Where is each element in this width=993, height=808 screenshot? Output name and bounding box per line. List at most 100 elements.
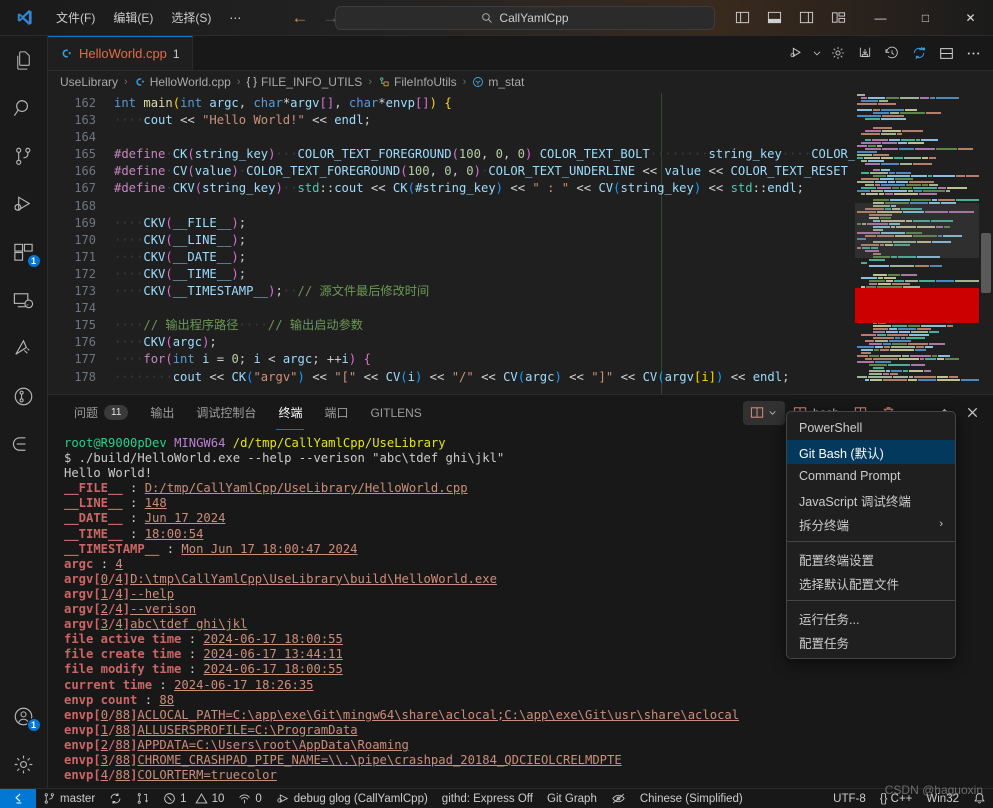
menu-selection[interactable]: 选择(S) [163,5,219,30]
code-line[interactable]: 164 [48,129,993,146]
panel-tab-2[interactable]: 调试控制台 [186,395,266,430]
sidebar-item-explorer[interactable] [0,36,48,84]
terminal-profile-dropdown[interactable]: PowerShell Git Bash (默认) Command Prompt Jav… [786,411,956,659]
code-line[interactable]: 167 #define·CKV(string_key)··std::cout <<… [48,180,993,197]
manage-settings-button[interactable] [0,740,48,788]
menu-file[interactable]: 文件(F) [48,5,103,30]
breadcrumb-item-m-stat[interactable]: m_stat [472,75,524,89]
status-branch[interactable]: master [36,789,102,808]
status-notifications-button[interactable] [966,789,993,808]
code-editor[interactable]: 162 int main(int argc, char*argv[], char*… [48,93,993,394]
panel-tab-4[interactable]: 端口 [314,395,358,430]
status-eye-closed-icon[interactable] [604,789,633,808]
code-line[interactable]: 162 int main(int argc, char*argv[], char*… [48,95,993,112]
minimap-viewport-slider[interactable] [855,203,979,258]
code-line[interactable]: 165 #define·CK(string_key)···COLOR_TEXT_F… [48,146,993,163]
more-actions-icon[interactable] [961,41,985,65]
breadcrumb-item-helloworld-cpp[interactable]: HelloWorld.cpp [134,75,231,89]
window-close-button[interactable]: ✕ [948,0,993,36]
navigation-controls[interactable]: ← → [291,9,339,26]
go-back-icon[interactable]: ← [291,9,308,26]
sidebar-item-remote-explorer[interactable]: >_ [0,276,48,324]
editor-tab-helloworld-cpp[interactable]: HelloWorld.cpp 1 [48,36,193,70]
dropdown-item-0[interactable]: PowerShell [787,416,955,440]
code-line[interactable]: 176 ····CKV(argc); [48,334,993,351]
dropdown-item-7[interactable]: 选择默认配置文件 [787,571,955,595]
save-all-icon[interactable] [853,41,877,65]
sidebar-item-source-control[interactable] [0,132,48,180]
editor-scrollbar[interactable] [979,93,993,394]
dropdown-item-6[interactable]: 配置终端设置 [787,547,955,571]
breadcrumb-item-fileinfoutils[interactable]: FileInfoUtils [378,75,457,89]
minimap-token [915,348,926,351]
status-ports[interactable]: 0 [231,789,268,808]
dropdown-item-9[interactable]: 运行任务... [787,606,955,630]
code-line[interactable]: 177 ····for(int i = 0; i < argc; ++i) { [48,351,993,368]
code-line[interactable]: 173 ····CKV(__TIMESTAMP__);··// 源文件最后修改时间 [48,283,993,300]
panel-tab-3[interactable]: 终端 [268,395,312,430]
code-line[interactable]: 175 ····// 输出程序路径····// 输出启动参数 [48,317,993,334]
sidebar-item-search[interactable] [0,84,48,132]
minimap[interactable] [855,93,979,394]
window-maximize-button[interactable]: □ [903,0,948,36]
panel-tab-list[interactable]: 问题 11 输出 调试控制台 终端 端口 GITLENS [64,395,432,430]
launch-profile-button[interactable] [742,400,785,425]
code-line[interactable]: 168 [48,198,993,215]
status-problems[interactable]: 1 10 [156,789,231,808]
remote-indicator-button[interactable] [0,788,36,808]
history-icon[interactable] [880,41,904,65]
accounts-button[interactable]: 1 [0,692,48,740]
code-line[interactable]: 178 ········cout << CK("argv") << "[" << … [48,369,993,386]
status-githd[interactable]: githd: Express Off [435,789,540,808]
customize-layout-icon[interactable] [824,4,852,32]
panel-tab-1[interactable]: 输出 [140,395,184,430]
status-debug-launch[interactable]: debug glog (CallYamlCpp) [269,789,435,808]
status-language-mode[interactable]: {} C++ [873,789,920,808]
code-line[interactable]: 163 ····cout << "Hello World!" << endl; [48,112,993,129]
sidebar-item-test-explorer[interactable] [0,324,48,372]
close-panel-button[interactable] [959,401,985,425]
code-line[interactable]: 172 ····CKV(__TIME__); [48,266,993,283]
dropdown-item-3[interactable]: JavaScript 调试终端 [787,488,955,512]
gear-icon[interactable] [826,41,850,65]
sidebar-item-extensions[interactable]: 1 [0,228,48,276]
status-git-compare-icon[interactable] [129,789,156,808]
status-git-graph[interactable]: Git Graph [540,789,604,808]
dropdown-item-1[interactable]: Git Bash (默认) [787,440,955,464]
breadcrumb-item-file-info-utils[interactable]: { } FILE_INFO_UTILS [247,75,363,89]
menu-bar[interactable]: 文件(F) 编辑(E) 选择(S) ⋯ [48,5,249,30]
status-configuration[interactable]: Win32 [919,789,966,808]
code-line[interactable]: 166 #define·CV(value)·COLOR_TEXT_FOREGROU… [48,163,993,180]
code-line[interactable]: 170 ····CKV(__LINE__); [48,232,993,249]
toggle-primary-sidebar-icon[interactable] [728,4,756,32]
breadcrumb[interactable]: UseLibrary › HelloWorld.cpp › { } FILE_I… [48,71,993,93]
menu-edit[interactable]: 编辑(E) [105,5,161,30]
panel-tab-0[interactable]: 问题 11 [64,395,138,430]
window-minimize-button[interactable]: — [858,0,903,36]
refresh-env-icon[interactable] [907,41,931,65]
scrollbar-thumb[interactable] [981,233,991,293]
split-editor-icon[interactable] [934,41,958,65]
code-line[interactable]: 171 ····CKV(__DATE__); [48,249,993,266]
layout-controls[interactable] [728,4,858,32]
toggle-panel-icon[interactable] [760,4,788,32]
sidebar-item-todo-tree[interactable] [0,420,48,468]
dropdown-item-10[interactable]: 配置任务 [787,630,955,654]
run-debug-icon[interactable] [784,41,808,65]
panel-tab-5[interactable]: GITLENS [360,395,431,430]
status-sync-icon[interactable] [102,789,129,808]
chevron-down-icon[interactable] [811,41,823,65]
code-line[interactable]: 174 [48,300,993,317]
status-language-pack[interactable]: Chinese (Simplified) [633,789,750,808]
breadcrumb-item-uselibrary[interactable]: UseLibrary [60,75,118,89]
menu-more[interactable]: ⋯ [221,7,249,29]
dropdown-item-4[interactable]: 拆分终端 › [787,512,955,536]
sidebar-item-run-and-debug[interactable] [0,180,48,228]
code-line[interactable]: 169 ····CKV(__FILE__); [48,215,993,232]
minimap-token [861,192,865,195]
dropdown-item-2[interactable]: Command Prompt [787,464,955,488]
command-center-search[interactable]: CallYamlCpp [335,5,715,30]
sidebar-item-gitlens[interactable] [0,372,48,420]
status-encoding[interactable]: UTF-8 [826,789,873,808]
toggle-secondary-sidebar-icon[interactable] [792,4,820,32]
